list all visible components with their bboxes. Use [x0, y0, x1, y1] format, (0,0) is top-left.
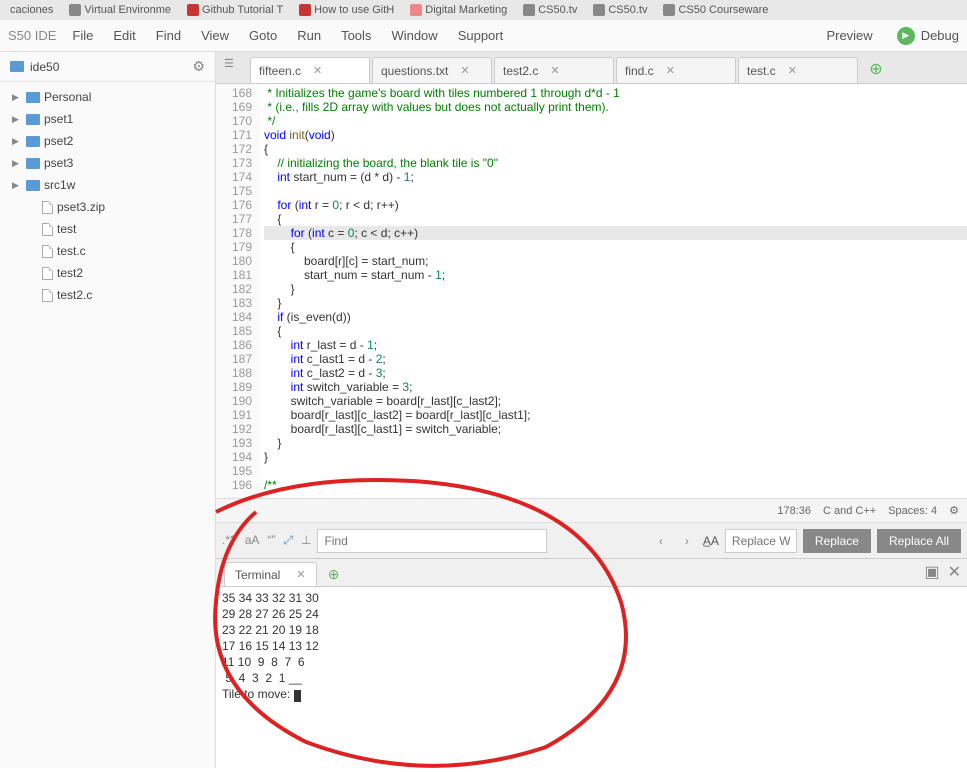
menu-find[interactable]: Find [156, 28, 181, 43]
file-icon [42, 223, 53, 236]
settings-gear-icon[interactable]: ⚙ [949, 504, 959, 517]
find-input[interactable] [317, 529, 547, 553]
file-icon [42, 289, 53, 302]
editor-tab-bar: ☰ fifteen.c✕questions.txt✕test2.c✕find.c… [216, 52, 967, 84]
replace-input[interactable] [725, 529, 797, 553]
menu-file[interactable]: File [72, 28, 93, 43]
find-replace-bar: .*? aA “” ⤢ ⊥ ‹ › A̲A Replace Replace Al… [216, 522, 967, 558]
browser-tab[interactable]: CS50.tv [587, 4, 653, 16]
new-tab-button[interactable]: ⊕ [866, 59, 886, 79]
find-prev-button[interactable]: ‹ [651, 531, 671, 551]
menu-edit[interactable]: Edit [113, 28, 135, 43]
wrap-toggle[interactable]: ⊥ [301, 533, 311, 548]
folder-icon [26, 114, 40, 125]
tree-item-src1w[interactable]: ▶src1w [0, 174, 215, 196]
status-bar: 178:36 C and C++ Spaces: 4 ⚙ [216, 498, 967, 522]
tree-item-Personal[interactable]: ▶Personal [0, 86, 215, 108]
tree-item-test[interactable]: test [0, 218, 215, 240]
editor-tab[interactable]: questions.txt✕ [372, 57, 492, 83]
close-icon[interactable]: ✕ [313, 64, 322, 77]
file-icon [42, 267, 53, 280]
editor-tab[interactable]: find.c✕ [616, 57, 736, 83]
tree-item-pset1[interactable]: ▶pset1 [0, 108, 215, 130]
selection-toggle[interactable]: ⤢ [283, 533, 293, 548]
folder-icon [26, 136, 40, 147]
app-title: S50 IDE [8, 28, 56, 43]
file-icon [42, 201, 53, 214]
play-icon: ▶ [897, 27, 915, 45]
code-content[interactable]: * Initializes the game's board with tile… [260, 84, 967, 498]
browser-tab[interactable]: CS50 Courseware [657, 4, 774, 16]
menu-tools[interactable]: Tools [341, 28, 371, 43]
replace-button[interactable]: Replace [803, 529, 871, 553]
folder-icon [26, 92, 40, 103]
menu-support[interactable]: Support [458, 28, 504, 43]
file-tree-sidebar: ide50 ⚙ ▶Personal▶pset1▶pset2▶pset3▶src1… [0, 52, 216, 768]
browser-tab[interactable]: CS50.tv [517, 4, 583, 16]
workspace-root[interactable]: ide50 [10, 60, 192, 74]
close-icon[interactable]: ✕ [296, 568, 305, 581]
line-gutter: 1681691701711721731741751761771781791801… [216, 84, 260, 498]
find-next-button[interactable]: › [677, 531, 697, 551]
language-mode[interactable]: C and C++ [823, 505, 876, 517]
tab-list-icon[interactable]: ☰ [224, 57, 244, 77]
file-icon [42, 245, 53, 258]
close-icon[interactable]: ✕ [550, 64, 559, 77]
tree-item-pset3-zip[interactable]: pset3.zip [0, 196, 215, 218]
editor-tab[interactable]: test2.c✕ [494, 57, 614, 83]
tree-item-pset2[interactable]: ▶pset2 [0, 130, 215, 152]
preserve-case-toggle[interactable]: A̲A [703, 534, 719, 548]
code-editor[interactable]: 1681691701711721731741751761771781791801… [216, 84, 967, 498]
menu-run[interactable]: Run [297, 28, 321, 43]
folder-icon [26, 158, 40, 169]
debug-button[interactable]: ▶ Debug [897, 27, 959, 45]
browser-tab[interactable]: Github Tutorial T [181, 4, 289, 16]
menu-goto[interactable]: Goto [249, 28, 277, 43]
terminal-tab[interactable]: Terminal ✕ [224, 562, 317, 586]
case-toggle[interactable]: aA [245, 533, 260, 548]
browser-tab[interactable]: Virtual Environme [63, 4, 177, 16]
close-icon[interactable]: ✕ [666, 64, 675, 77]
menu-window[interactable]: Window [391, 28, 437, 43]
editor-tab[interactable]: test.c✕ [738, 57, 858, 83]
maximize-icon[interactable]: ▣ [924, 562, 939, 582]
folder-icon [10, 61, 24, 72]
tree-item-test-c[interactable]: test.c [0, 240, 215, 262]
browser-tab[interactable]: caciones [4, 4, 59, 16]
close-icon[interactable]: ✕ [788, 64, 797, 77]
new-terminal-button[interactable]: ⊕ [325, 565, 343, 583]
tree-item-test2-c[interactable]: test2.c [0, 284, 215, 306]
terminal-cursor [294, 690, 301, 702]
browser-tab-strip: caciones Virtual Environme Github Tutori… [0, 0, 967, 20]
regex-toggle[interactable]: .*? [222, 533, 237, 548]
preview-button[interactable]: Preview [826, 28, 872, 43]
browser-tab[interactable]: How to use GitH [293, 4, 400, 16]
menu-bar: S50 IDE File Edit Find View Goto Run Too… [0, 20, 967, 52]
terminal-output[interactable]: 35 34 33 32 31 30 29 28 27 26 25 24 23 2… [216, 587, 967, 768]
indent-setting[interactable]: Spaces: 4 [888, 505, 937, 517]
cursor-position: 178:36 [777, 505, 811, 517]
menu-view[interactable]: View [201, 28, 229, 43]
folder-icon [26, 180, 40, 191]
tree-item-pset3[interactable]: ▶pset3 [0, 152, 215, 174]
editor-tab[interactable]: fifteen.c✕ [250, 57, 370, 83]
gear-icon[interactable]: ⚙ [192, 58, 205, 75]
close-icon[interactable]: ✕ [460, 64, 469, 77]
browser-tab[interactable]: Digital Marketing [404, 4, 513, 16]
terminal-panel: Terminal ✕ ⊕ ▣ ✕ 35 34 33 32 31 30 29 28… [216, 558, 967, 768]
tree-item-test2[interactable]: test2 [0, 262, 215, 284]
close-panel-icon[interactable]: ✕ [948, 562, 961, 582]
replace-all-button[interactable]: Replace All [877, 529, 961, 553]
whole-word-toggle[interactable]: “” [267, 533, 275, 548]
